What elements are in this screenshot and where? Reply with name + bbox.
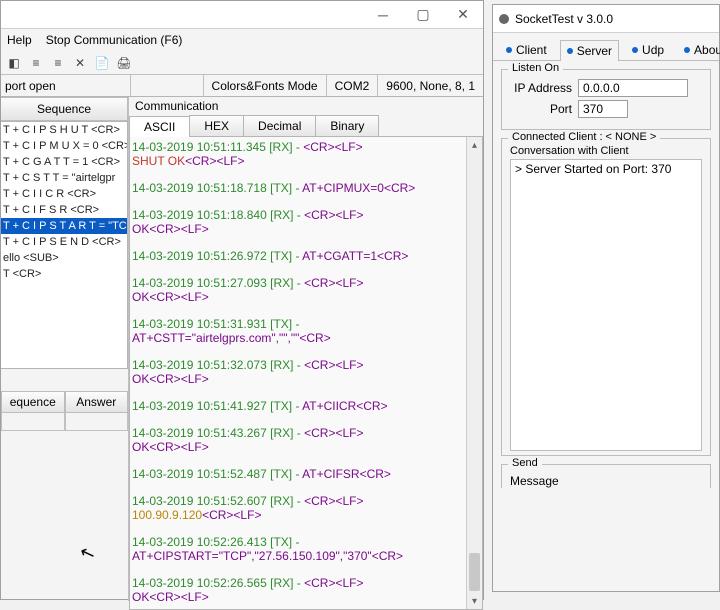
sequence-item[interactable]: T + C G A T T = 1 <CR> xyxy=(1,154,127,170)
ip-address-label: IP Address xyxy=(510,81,572,95)
sockettest-window: SocketTest v 3.0.0 ClientServerUdpAbout … xyxy=(492,4,720,592)
sequence-item[interactable]: T + C I F S R <CR> xyxy=(1,202,127,218)
scroll-up-icon[interactable]: ▴ xyxy=(467,137,482,153)
connected-client-group: Connected Client : < NONE > Conversation… xyxy=(501,138,711,456)
menu-help[interactable]: Help xyxy=(7,33,32,47)
connected-client-label: Connected Client : < NONE > xyxy=(508,131,660,143)
sequence-item[interactable]: T + C I P S T A R T = "TCP xyxy=(1,218,127,234)
ip-address-input[interactable] xyxy=(578,79,688,97)
scroll-thumb[interactable] xyxy=(469,553,480,591)
listen-on-group: Listen On IP Address Port xyxy=(501,69,711,130)
bullet-icon xyxy=(632,47,638,53)
menu-bar: Help Stop Communication (F6) xyxy=(1,29,483,51)
sequence-item[interactable]: T + C I I C R <CR> xyxy=(1,186,127,202)
bullet-icon xyxy=(684,47,690,53)
communication-panel: Communication ASCIIHEXDecimalBinary 14-0… xyxy=(129,97,483,601)
format-tab-hex[interactable]: HEX xyxy=(189,115,244,136)
sequence-input[interactable] xyxy=(1,413,65,431)
listen-on-label: Listen On xyxy=(508,62,563,74)
conversation-textarea[interactable]: > Server Started on Port: 370 xyxy=(510,159,702,451)
minimize-button[interactable]: ─ xyxy=(363,1,403,29)
message-label: Message xyxy=(510,474,559,488)
toolbar-icon-1[interactable]: ◧ xyxy=(5,54,23,72)
communication-label: Communication xyxy=(129,97,483,115)
bullet-icon xyxy=(567,48,573,54)
port-status: port open xyxy=(1,75,131,96)
port-label: Port xyxy=(510,102,572,116)
sockettest-tabs: Client Server Udp About xyxy=(493,33,719,61)
sockettest-tab-about[interactable]: About xyxy=(677,39,720,60)
communication-log[interactable]: 14-03-2019 10:51:11.345 [RX] - <CR><LF> … xyxy=(130,137,466,609)
toolbar-icon-6[interactable]: 🖨 xyxy=(115,54,133,72)
toolbar-icon-2[interactable]: ≡ xyxy=(27,54,45,72)
app-icon xyxy=(499,14,509,24)
close-button[interactable]: ✕ xyxy=(443,1,483,29)
menu-stop-communication[interactable]: Stop Communication (F6) xyxy=(46,33,183,47)
port-input[interactable] xyxy=(578,100,628,118)
serial-terminal-window: ─ ▢ ✕ Help Stop Communication (F6) ◧ ≡ ≡… xyxy=(0,0,484,600)
format-tab-decimal[interactable]: Decimal xyxy=(243,115,316,136)
sockettest-tab-client[interactable]: Client xyxy=(499,39,554,60)
scroll-down-icon[interactable]: ▾ xyxy=(467,593,482,609)
sequence-item[interactable]: T + C S T T = "airtelgpr xyxy=(1,170,127,186)
sequence-item[interactable]: ello <SUB> xyxy=(1,250,127,266)
toolbar-icon-3[interactable]: ≡ xyxy=(49,54,67,72)
serial-settings[interactable]: 9600, None, 8, 1 xyxy=(377,75,483,96)
sequence-item[interactable]: T + C I P S H U T <CR> xyxy=(1,122,127,138)
sockettest-title-bar: SocketTest v 3.0.0 xyxy=(493,5,719,33)
send-group: Send Message xyxy=(501,464,711,488)
title-bar: ─ ▢ ✕ xyxy=(1,1,483,29)
com-port[interactable]: COM2 xyxy=(326,75,378,96)
left-panel: Sequence T + C I P S H U T <CR>T + C I P… xyxy=(1,97,129,601)
colors-fonts-mode[interactable]: Colors&Fonts Mode xyxy=(203,75,326,96)
send-label: Send xyxy=(508,457,542,469)
sockettest-tab-udp[interactable]: Udp xyxy=(625,39,671,60)
toolbar-icon-4[interactable]: ✕ xyxy=(71,54,89,72)
tab-answer[interactable]: Answer xyxy=(65,391,129,413)
scrollbar[interactable]: ▴ ▾ xyxy=(466,137,482,609)
sequence-item[interactable]: T + C I P S E N D <CR> xyxy=(1,234,127,250)
format-tab-binary[interactable]: Binary xyxy=(315,115,379,136)
format-tab-ascii[interactable]: ASCII xyxy=(129,116,190,137)
sockettest-tab-server[interactable]: Server xyxy=(560,40,619,61)
format-tabs: ASCIIHEXDecimalBinary xyxy=(129,115,483,137)
toolbar-icon-5[interactable]: 📄 xyxy=(93,54,111,72)
sequence-header[interactable]: Sequence xyxy=(1,97,128,121)
bullet-icon xyxy=(506,47,512,53)
conversation-label: Conversation with Client xyxy=(510,145,702,157)
maximize-button[interactable]: ▢ xyxy=(403,1,443,29)
toolbar: ◧ ≡ ≡ ✕ 📄 🖨 xyxy=(1,51,483,75)
sequence-item[interactable]: T <CR> xyxy=(1,266,127,282)
answer-input[interactable] xyxy=(65,413,129,431)
status-bar: port open Colors&Fonts Mode COM2 9600, N… xyxy=(1,75,483,97)
sequence-item[interactable]: T + C I P M U X = 0 <CR> xyxy=(1,138,127,154)
tab-sequence[interactable]: equence xyxy=(1,391,65,413)
sockettest-title: SocketTest v 3.0.0 xyxy=(515,12,613,26)
sequence-list[interactable]: T + C I P S H U T <CR>T + C I P M U X = … xyxy=(1,121,128,369)
